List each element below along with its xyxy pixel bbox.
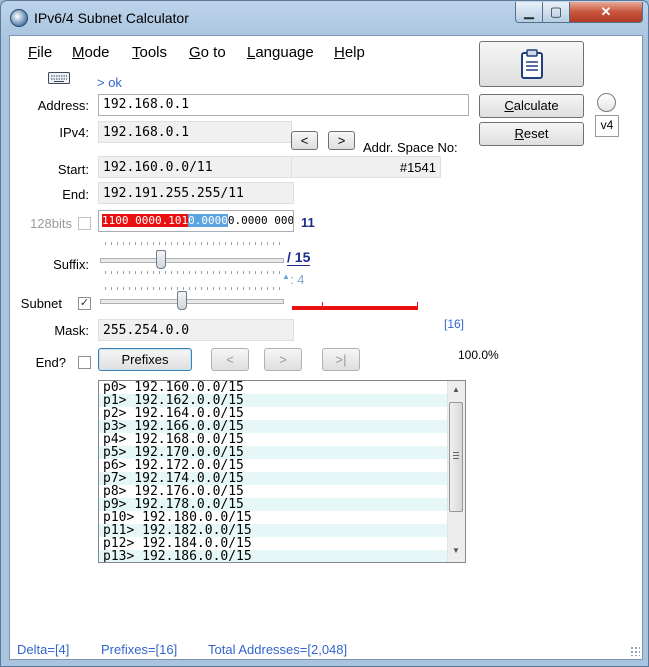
list-scrollbar[interactable]: ▲ ▼ — [447, 381, 465, 562]
suffix-delta: : 4 — [290, 272, 305, 287]
page-last-button[interactable]: >| — [322, 348, 360, 371]
page-next-button[interactable]: > — [264, 348, 302, 371]
suffix-ticks-bottom — [105, 271, 282, 274]
globe-icon — [10, 9, 28, 27]
subnet-label: Subnet — [20, 296, 62, 311]
delta-arrow-icon: ▲ — [282, 272, 290, 281]
mask-label: Mask: — [54, 323, 89, 338]
subnet-checkbox[interactable]: ✓ — [78, 297, 91, 310]
start-label: Start: — [57, 162, 89, 177]
menu-language[interactable]: Language — [247, 44, 314, 61]
clipboard-button[interactable] — [479, 41, 584, 87]
subnet-range-bar — [292, 306, 418, 310]
binary-bits-field[interactable]: 1100 0000.1010.00000.0000 0000.0000 — [98, 210, 294, 232]
suffix-value: / 15 — [287, 249, 311, 266]
keyboard-hint: > ok — [97, 75, 122, 90]
prefix-list-rows: p0> 192.160.0.0/15 p1> 192.162.0.0/15 p2> … — [99, 381, 465, 562]
prefixes-button[interactable]: Prefixes — [98, 348, 192, 371]
grip-icon — [453, 452, 459, 459]
end-q-label: End? — [35, 355, 66, 370]
start-value: 192.160.0.0/11 — [98, 156, 292, 178]
reset-button[interactable]: Reset — [479, 122, 584, 146]
suffix-slider[interactable] — [100, 258, 284, 263]
v4-indicator: v4 — [595, 115, 619, 137]
status-delta: Delta=[4] — [17, 642, 70, 657]
close-button[interactable]: ✕ — [569, 2, 643, 23]
end-label: End: — [62, 187, 89, 202]
subnet-slider[interactable] — [100, 299, 284, 304]
page-prev-button[interactable]: < — [211, 348, 249, 371]
next-space-button[interactable]: > — [328, 131, 355, 150]
menu-tools[interactable]: Tools — [132, 44, 167, 61]
bits128-checkbox[interactable] — [78, 217, 91, 230]
scroll-thumb[interactable] — [449, 402, 463, 512]
resize-grip-icon[interactable] — [630, 646, 640, 656]
window-title: IPv6/4 Subnet Calculator — [34, 10, 189, 26]
menu-file[interactable]: File — [28, 44, 52, 61]
subnet-ticks — [105, 287, 282, 290]
suffix-ticks — [105, 242, 282, 245]
prefix-list[interactable]: p0> 192.160.0.0/15 p1> 192.162.0.0/15 p2> … — [98, 380, 466, 563]
menu-help[interactable]: Help — [334, 44, 365, 61]
bits128-label: 128bits — [30, 216, 72, 231]
address-input[interactable]: 192.168.0.1 — [98, 94, 469, 116]
scroll-up-icon[interactable]: ▲ — [452, 385, 460, 394]
bits-network: 1100 0000.101 — [102, 214, 189, 227]
bits-subnet: 0.0000 — [188, 214, 228, 227]
status-bar: Delta=[4] Prefixes=[16] Total Addresses=… — [10, 640, 642, 659]
menu-goto[interactable]: Go to — [189, 44, 226, 61]
suffix-slider-thumb[interactable] — [156, 250, 166, 269]
bits-host: 0.0000 0000.0000 — [227, 214, 294, 227]
maximize-button[interactable]: ▢ — [542, 2, 570, 23]
status-prefixes: Prefixes=[16] — [101, 642, 178, 657]
keyboard-icon[interactable] — [48, 72, 70, 84]
clipboard-icon — [520, 49, 543, 79]
scroll-down-icon[interactable]: ▼ — [452, 546, 460, 555]
prev-space-button[interactable]: < — [291, 131, 318, 150]
ipv4-value: 192.168.0.1 — [98, 121, 292, 143]
end-q-checkbox[interactable] — [78, 356, 91, 369]
status-total: Total Addresses=[2,048] — [208, 642, 348, 657]
addr-space-value: #1541 — [291, 156, 441, 178]
minimize-button[interactable]: ▁ — [515, 2, 543, 23]
suffix-label: Suffix: — [53, 257, 89, 272]
calculate-button[interactable]: Calculate — [479, 94, 584, 118]
percent-value: 100.0% — [458, 348, 499, 362]
ipv4-label: IPv4: — [59, 125, 89, 140]
addr-space-label: Addr. Space No: — [363, 140, 458, 155]
address-label: Address: — [37, 98, 89, 113]
end-value: 192.191.255.255/11 — [98, 182, 294, 204]
subnet-range-end — [417, 302, 418, 306]
prefix-length: 11 — [301, 215, 315, 230]
mask-value: 255.254.0.0 — [98, 319, 294, 341]
subnet-slider-thumb[interactable] — [177, 291, 187, 310]
client-area: File Mode Tools Go to Language Help > ok — [9, 35, 643, 660]
subnet-range-tick — [322, 302, 323, 306]
v4-radio[interactable] — [597, 93, 616, 112]
menu-mode[interactable]: Mode — [72, 44, 110, 61]
list-item[interactable]: p13> 192.186.0.0/15 — [99, 550, 465, 562]
mask-bracket: [16] — [444, 317, 465, 331]
window-frame: IPv6/4 Subnet Calculator ▁ ▢ ✕ File Mode… — [0, 0, 649, 667]
title-bar[interactable]: IPv6/4 Subnet Calculator ▁ ▢ ✕ — [1, 1, 649, 35]
